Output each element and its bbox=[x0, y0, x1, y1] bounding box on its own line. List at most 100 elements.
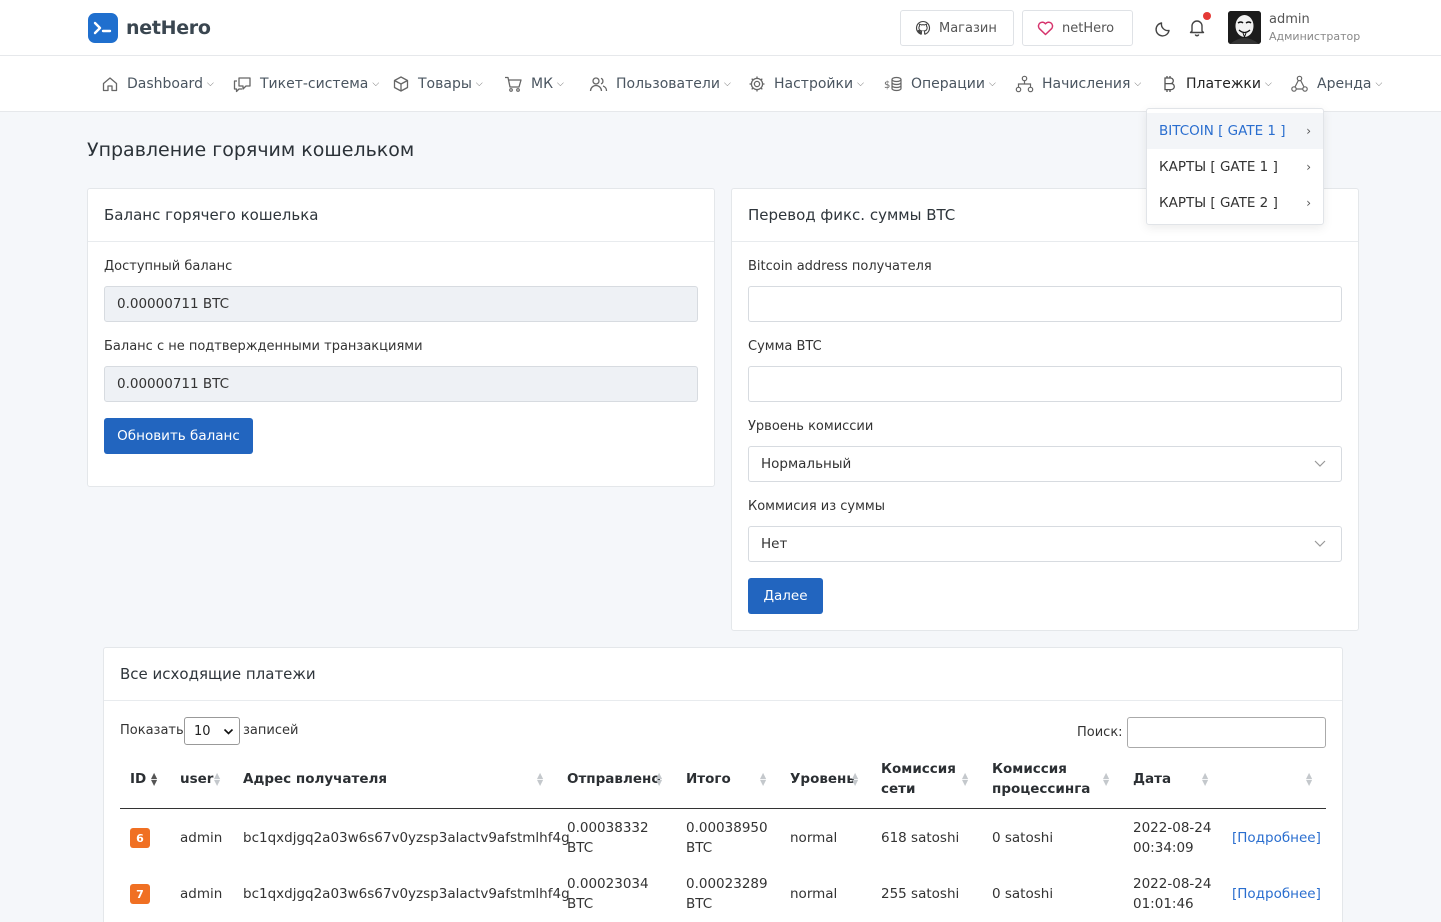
sort-icon: ▲ ▼ bbox=[214, 771, 221, 787]
nav-tickets[interactable]: Тикет-система ⌵ bbox=[233, 56, 379, 112]
user-name[interactable]: admin bbox=[1269, 12, 1310, 27]
dropdown-item-label: КАРТЫ [ GATE 2 ] bbox=[1159, 195, 1278, 211]
nav-accruals[interactable]: Начисления ⌵ bbox=[1015, 56, 1141, 112]
sort-icon: ▲ ▼ bbox=[760, 771, 767, 787]
nav-settings[interactable]: Настройки ⌵ bbox=[748, 56, 864, 112]
available-balance-field[interactable]: 0.00000711 BTC bbox=[104, 286, 698, 322]
terminal-logo-icon bbox=[88, 13, 118, 43]
chevron-down-icon bbox=[223, 728, 234, 735]
transfer-card: Перевод фикс. суммы BTC bbox=[731, 188, 1359, 631]
column-header-date[interactable]: Дата bbox=[1133, 769, 1171, 789]
nav-dashboard[interactable]: Dashboard ⌵ bbox=[101, 56, 214, 112]
column-header-sent[interactable]: Отправлено bbox=[567, 769, 661, 789]
entries-per-page-value: 10 bbox=[194, 723, 211, 739]
nav-rent[interactable]: Аренда ⌵ bbox=[1290, 56, 1382, 112]
user-role: Администратор bbox=[1269, 30, 1361, 43]
fee-from-amount-label: Коммисия из суммы bbox=[748, 499, 886, 514]
logo[interactable]: netHero bbox=[88, 13, 211, 43]
chevron-right-icon: › bbox=[1306, 160, 1311, 174]
entries-per-page-select[interactable]: 10 bbox=[184, 717, 240, 745]
column-header-net-fee[interactable]: Комиссия сети bbox=[881, 759, 971, 799]
bitcoin-icon bbox=[1164, 76, 1175, 92]
id-badge: 6 bbox=[130, 828, 150, 848]
rent-icon bbox=[1291, 75, 1308, 92]
notification-dot bbox=[1203, 12, 1211, 20]
sort-icon: ▲ ▼ bbox=[1103, 771, 1110, 787]
cell-user: admin bbox=[180, 830, 223, 846]
cell-sent-unit: BTC bbox=[567, 840, 594, 856]
dropdown-item-bitcoin-gate1[interactable]: BITCOIN [ GATE 1 ] › bbox=[1147, 113, 1323, 149]
cell-sent: 0.00038332 bbox=[567, 820, 649, 836]
sort-icon: ▲ ▼ bbox=[537, 771, 544, 787]
nav-users[interactable]: Пользователи ⌵ bbox=[589, 56, 731, 112]
dropdown-item-cards-gate2[interactable]: КАРТЫ [ GATE 2 ] › bbox=[1147, 185, 1323, 221]
cell-proc-fee: 0 satoshi bbox=[992, 886, 1054, 902]
address-input[interactable] bbox=[748, 286, 1342, 322]
details-link[interactable]: [Подробнее] bbox=[1232, 828, 1321, 848]
cell-level: normal bbox=[790, 830, 838, 846]
users-icon bbox=[589, 77, 608, 92]
nav-label: Dashboard bbox=[127, 76, 203, 92]
sitemap-icon bbox=[1015, 75, 1034, 93]
amount-input[interactable] bbox=[748, 366, 1342, 402]
nav-label: Начисления bbox=[1042, 76, 1131, 92]
nav-mk[interactable]: МК ⌵ bbox=[504, 56, 564, 112]
details-link[interactable]: [Подробнее] bbox=[1232, 884, 1321, 904]
column-header-level[interactable]: Уровень bbox=[790, 769, 855, 789]
shop-button[interactable]: Магазин bbox=[900, 10, 1014, 46]
cell-user: admin bbox=[180, 886, 223, 902]
unconfirmed-balance-field[interactable]: 0.00000711 BTC bbox=[104, 366, 698, 402]
chevron-right-icon: › bbox=[1306, 124, 1311, 138]
column-header-user[interactable]: user bbox=[180, 769, 213, 789]
chevron-down-icon bbox=[1314, 540, 1326, 547]
sort-icon: ▲ ▼ bbox=[852, 771, 859, 787]
nav-operations[interactable]: $ Операции ⌵ bbox=[884, 56, 996, 112]
nav-label: МК bbox=[531, 76, 554, 92]
sort-icon: ▲ ▼ bbox=[1202, 771, 1209, 787]
nav-payments[interactable]: Платежки ⌵ bbox=[1161, 56, 1272, 112]
moon-icon[interactable] bbox=[1155, 19, 1173, 37]
nav-label: Настройки bbox=[774, 76, 854, 92]
cell-time: 01:01:46 bbox=[1133, 896, 1194, 912]
main-nav: Dashboard ⌵ Тикет-система ⌵ Товары ⌵ МК ⌵ По… bbox=[0, 56, 1441, 112]
cell-total-unit: BTC bbox=[686, 896, 713, 912]
table-header-divider bbox=[120, 808, 1326, 809]
next-button[interactable]: Далее bbox=[748, 578, 823, 614]
sort-icon: ▲ ▼ bbox=[1306, 771, 1313, 787]
fee-from-amount-select[interactable]: Нет bbox=[748, 526, 1342, 562]
column-header-total[interactable]: Итого bbox=[686, 769, 731, 789]
chevron-down-icon: ⌵ bbox=[372, 79, 380, 89]
chevron-down-icon: ⌵ bbox=[857, 79, 864, 89]
avatar[interactable] bbox=[1228, 11, 1261, 44]
nav-label: Тикет-система bbox=[260, 76, 369, 92]
column-header-id[interactable]: ID bbox=[130, 769, 146, 789]
sort-icon: ▲ ▼ bbox=[962, 771, 969, 787]
column-header-address[interactable]: Адрес получателя bbox=[243, 769, 387, 789]
nav-label: Платежки bbox=[1186, 76, 1261, 92]
cell-date: 2022-08-24 bbox=[1133, 876, 1212, 892]
nav-label: Товары bbox=[418, 76, 472, 92]
nav-products[interactable]: Товары ⌵ bbox=[392, 56, 483, 112]
nethero-button[interactable]: netHero bbox=[1022, 10, 1133, 46]
column-header-proc-fee[interactable]: Комиссия процессинга bbox=[992, 759, 1092, 799]
chevron-down-icon bbox=[1314, 460, 1326, 467]
bell-icon[interactable] bbox=[1188, 18, 1206, 37]
cell-address: bc1qxdjgq2a03w6s67v0yzsp3alactv9afstmlhf… bbox=[243, 886, 570, 902]
cell-net-fee: 618 satoshi bbox=[881, 830, 960, 846]
dropdown-item-cards-gate1[interactable]: КАРТЫ [ GATE 1 ] › bbox=[1147, 149, 1323, 185]
chevron-down-icon: ⌵ bbox=[557, 79, 564, 89]
id-badge: 7 bbox=[130, 884, 150, 904]
search-input[interactable] bbox=[1127, 717, 1326, 748]
github-icon bbox=[915, 20, 931, 35]
chevron-down-icon: ⌵ bbox=[988, 79, 996, 89]
refresh-balance-button[interactable]: Обновить баланс bbox=[104, 418, 253, 454]
chevron-right-icon: › bbox=[1306, 196, 1311, 210]
top-header: netHero Магазин netHero admin Администра… bbox=[0, 0, 1441, 56]
fee-level-select[interactable]: Нормальный bbox=[748, 446, 1342, 482]
chevron-down-icon: ⌵ bbox=[1134, 79, 1142, 89]
chevron-down-icon: ⌵ bbox=[475, 79, 483, 89]
cell-total-unit: BTC bbox=[686, 840, 713, 856]
dropdown-item-label: КАРТЫ [ GATE 1 ] bbox=[1159, 159, 1278, 175]
show-entries-prefix: Показать bbox=[120, 723, 184, 738]
nav-label: Операции bbox=[911, 76, 985, 92]
